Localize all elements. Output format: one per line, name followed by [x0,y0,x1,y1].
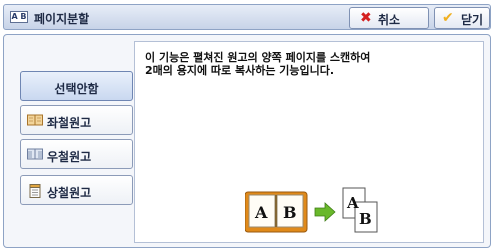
book-letter-a: A [254,203,268,222]
option-none-label: 선택안함 [54,82,99,96]
page-split-illustration: A B A B [244,186,385,240]
close-button[interactable]: ✔ 닫기 [434,7,490,29]
option-left-binding-label: 좌철원고 [47,116,92,130]
cancel-x-icon: ✖ [360,10,372,26]
content-panel: 선택안함 좌철원고 우철원고 상철원고 이 기능은 펼쳐진 원고의 양쪽 페이지… [3,34,491,248]
check-icon: ✔ [442,10,454,26]
result-letter-a: A [346,194,359,212]
book-left-binding-icon [27,114,43,129]
window-title: 페이지분할 [34,12,90,26]
page-split-icon: A B [10,11,28,23]
description-text: 이 기능은 펼쳐진 원고의 양쪽 페이지를 스캔하여 2매의 용지에 따로 복사… [145,51,371,77]
illustration-svg: A B A B [244,187,378,233]
description-area: 이 기능은 펼쳐진 원고의 양쪽 페이지를 스캔하여 2매의 용지에 따로 복사… [134,41,484,243]
page-split-dialog: A B 페이지분할 ✖ 취소 ✔ 닫기 선택안함 좌철원고 우철원고 상철원고 … [0,0,494,251]
title-bar: A B 페이지분할 ✖ 취소 ✔ 닫기 [3,4,491,30]
result-letter-b: B [359,210,372,228]
arrow-icon [314,202,336,222]
option-top-binding-label: 상철원고 [47,186,92,200]
cancel-button[interactable]: ✖ 취소 [349,7,429,29]
notepad-top-binding-icon [27,184,43,201]
option-left-binding[interactable]: 좌철원고 [20,105,133,135]
option-right-binding-label: 우철원고 [47,150,92,164]
close-button-label: 닫기 [461,13,484,27]
book-right-binding-icon [27,148,43,163]
cancel-button-label: 취소 [378,13,401,27]
option-right-binding[interactable]: 우철원고 [20,139,133,169]
book-letter-b: B [283,203,297,222]
option-top-binding[interactable]: 상철원고 [20,175,133,205]
option-none[interactable]: 선택안함 [20,71,133,101]
